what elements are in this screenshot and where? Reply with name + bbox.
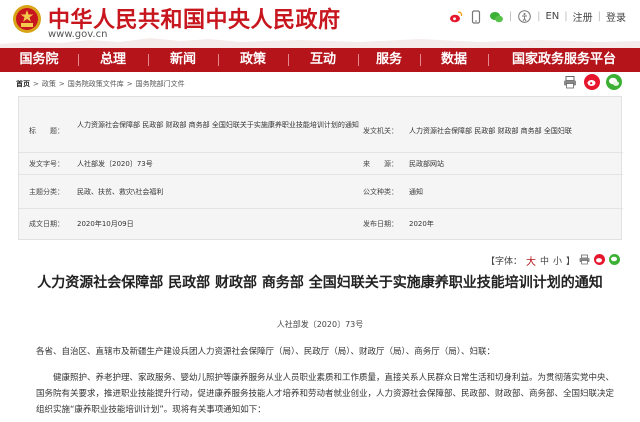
register-link[interactable]: 注册 (573, 9, 593, 24)
breadcrumb-separator: > (126, 80, 133, 88)
font-size-label: 【字体： (485, 257, 522, 267)
site-header: 中华人民共和国中央人民政府 www.gov.cn | | EN | 注册 | 登… (0, 0, 640, 50)
wechat-small-icon[interactable] (609, 253, 620, 268)
login-link[interactable]: 登录 (606, 9, 626, 24)
weibo-icon[interactable] (449, 9, 464, 24)
divider: | (508, 11, 513, 22)
site-url[interactable]: www.gov.cn (48, 29, 107, 40)
wechat-icon[interactable] (489, 9, 504, 24)
share-bar (562, 74, 622, 90)
nav-item-services[interactable]: 服务 (358, 48, 420, 72)
nav-item-premier[interactable]: 总理 (78, 48, 148, 72)
pubdate-value: 2020年 (409, 220, 434, 228)
breadcrumb-policy[interactable]: 政策 (42, 79, 56, 89)
font-size-small[interactable]: 小 (553, 254, 562, 267)
nav-item-gov-service-platform[interactable]: 国家政务服务平台 (488, 48, 640, 72)
nav-item-policy[interactable]: 政策 (218, 48, 288, 72)
article-title: 人力资源社会保障部 民政部 财政部 商务部 全国妇联关于实施康养职业技能培训计划… (37, 275, 603, 291)
issuer-label: 发文机关： (363, 127, 398, 135)
date-label: 成文日期： (29, 220, 64, 228)
font-size-medium[interactable]: 中 (540, 254, 549, 267)
issuer-value: 人力资源社会保障部 民政部 财政部 商务部 全国妇联 (409, 127, 572, 135)
font-size-switcher: 【字体： 大 中 小 】 (486, 253, 620, 268)
docno-value: 人社部发〔2020〕73号 (77, 160, 153, 168)
title-value: 人力资源社会保障部 民政部 财政部 商务部 全国妇联关于实施康养职业技能培训计划… (77, 121, 359, 129)
font-size-end: 】 (565, 257, 575, 267)
font-size-large[interactable]: 大 (526, 253, 536, 268)
info-row-docno: 发文字号： 人社部发〔2020〕73号 来 源： 民政部网站 (19, 153, 623, 175)
top-utility-bar: | | EN | 注册 | 登录 (449, 9, 626, 24)
topic-label: 主题分类： (29, 188, 64, 196)
pubdate-label: 发布日期： (363, 220, 398, 228)
docno-label: 发文字号： (29, 160, 64, 168)
breadcrumb-policy-library[interactable]: 国务院政策文件库 (68, 79, 124, 89)
breadcrumb: 首页 > 政策 > 国务院政策文件库 > 国务院部门文件 (16, 79, 185, 89)
article-salutation: 各省、自治区、直辖市及新疆生产建设兵团人力资源社会保障厅（局）、民政厅（局）、财… (36, 347, 496, 357)
nav-item-state-council[interactable]: 国务院 (0, 48, 78, 72)
breadcrumb-home[interactable]: 首页 (16, 79, 30, 89)
divider: | (597, 11, 601, 22)
main-nav: 国务院 总理 新闻 政策 互动 服务 数据 国家政务服务平台 (0, 48, 640, 72)
info-row-topic: 主题分类： 民政、扶贫、救灾\社会福利 公文种类： 通知 (19, 175, 623, 209)
weibo-share-icon[interactable] (584, 74, 600, 90)
accessibility-icon[interactable] (517, 9, 532, 24)
title-label: 标 题： (29, 127, 64, 135)
print-small-icon[interactable] (579, 254, 590, 268)
breadcrumb-separator: > (33, 80, 39, 88)
mobile-icon[interactable] (469, 9, 484, 24)
english-link[interactable]: EN (545, 11, 559, 22)
breadcrumb-separator: > (58, 80, 65, 88)
type-value: 通知 (409, 188, 423, 196)
document-info-table: 标 题： 人力资源社会保障部 民政部 财政部 商务部 全国妇联关于实施康养职业技… (18, 96, 623, 240)
breadcrumb-department-docs[interactable]: 国务院部门文件 (136, 79, 185, 89)
wechat-share-icon[interactable] (606, 74, 622, 90)
info-row-title: 标 题： 人力资源社会保障部 民政部 财政部 商务部 全国妇联关于实施康养职业技… (19, 97, 623, 153)
national-emblem-icon[interactable] (12, 4, 42, 34)
source-value: 民政部网站 (409, 160, 444, 168)
info-row-date: 成文日期： 2020年10月09日 发布日期： 2020年 (19, 209, 623, 239)
source-label: 来 源： (363, 160, 398, 168)
weibo-small-icon[interactable] (594, 253, 605, 268)
divider: | (537, 11, 541, 22)
nav-item-news[interactable]: 新闻 (148, 48, 218, 72)
print-icon[interactable] (562, 74, 578, 90)
nav-item-data[interactable]: 数据 (420, 48, 488, 72)
article-docno: 人社部发〔2020〕73号 (276, 320, 364, 329)
divider: | (564, 11, 568, 22)
date-value: 2020年10月09日 (77, 220, 134, 228)
nav-item-interaction[interactable]: 互动 (288, 48, 358, 72)
type-label: 公文种类： (363, 188, 398, 196)
topic-value: 民政、扶贫、救灾\社会福利 (77, 188, 164, 196)
article-body-paragraph: 健康照护、养老护理、家政服务、婴幼儿照护等康养服务从业人员职业素质和工作质量，直… (36, 373, 615, 415)
